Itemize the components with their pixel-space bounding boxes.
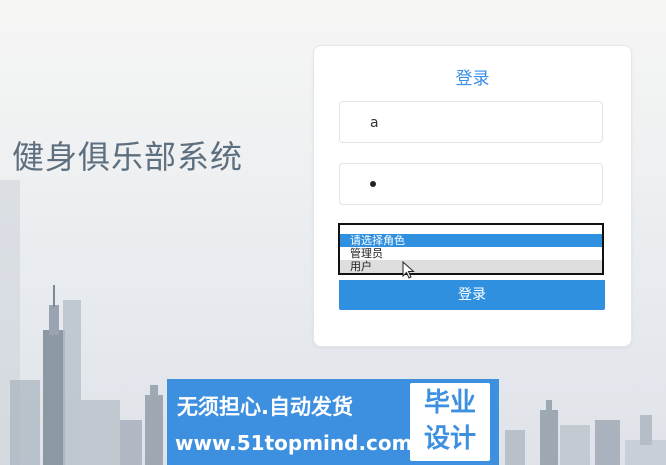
password-mask-dot [370, 181, 376, 187]
username-value: a [370, 115, 379, 131]
username-field[interactable]: a [339, 101, 603, 143]
login-heading: 登录 [455, 69, 490, 89]
system-title: 健身俱乐部系统 [12, 138, 244, 176]
login-card: 登录 a 请选择角色 管理员 用户 登录 [313, 45, 632, 347]
watermark-badge-line1: 毕业 [423, 388, 476, 418]
watermark-badge: 毕业 设计 [410, 383, 490, 461]
watermark-slogan: 无须担心.自动发货 [177, 395, 353, 419]
role-option-placeholder[interactable]: 请选择角色 [340, 234, 602, 247]
login-button[interactable]: 登录 [339, 280, 605, 310]
password-field[interactable] [339, 163, 603, 205]
role-option-user[interactable]: 用户 [340, 260, 602, 273]
mouse-pointer-icon [402, 261, 415, 279]
watermark-badge-line2: 设计 [423, 424, 476, 454]
role-select-dropdown[interactable]: 请选择角色 管理员 用户 [338, 223, 604, 275]
watermark-banner: 无须担心.自动发货 www.51topmind.com 毕业 设计 [167, 379, 499, 465]
role-option-admin[interactable]: 管理员 [340, 247, 602, 260]
watermark-url: www.51topmind.com [175, 431, 413, 455]
